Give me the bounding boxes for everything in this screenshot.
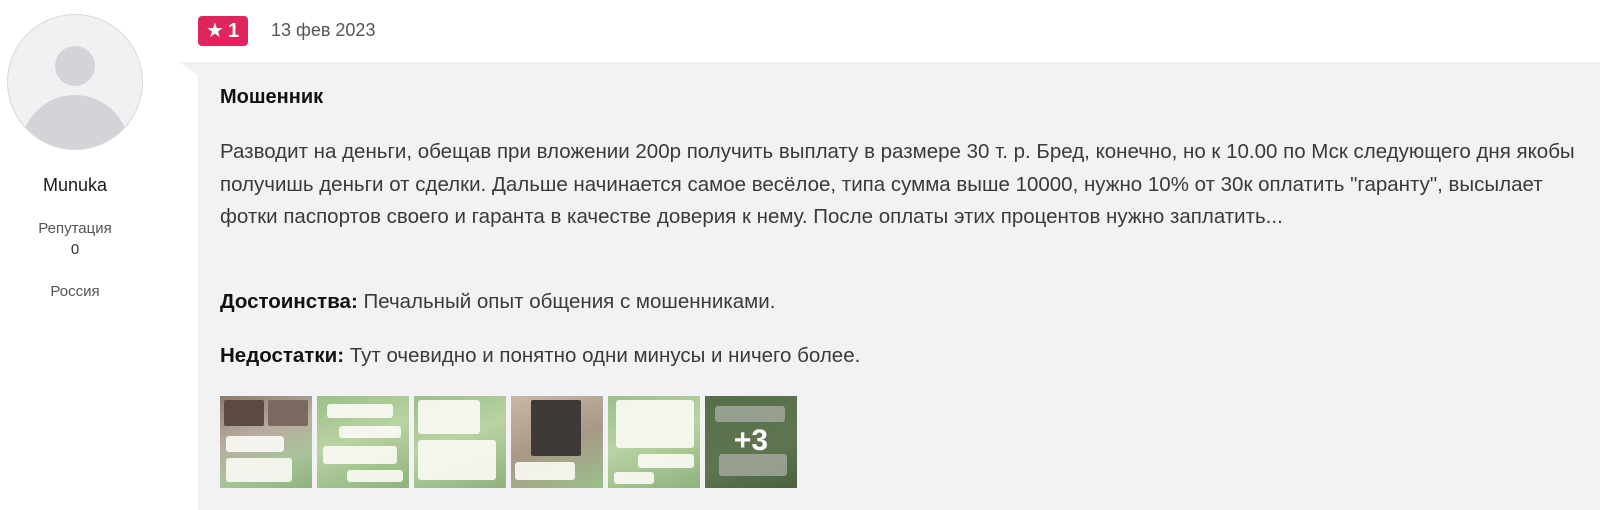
chat-bubble [327,404,393,418]
chat-bubble [515,462,575,480]
pros-section: Достоинства: Печальный опыт общения с мо… [220,290,775,314]
cons-label: Недостатки: [220,344,345,367]
star-icon: ★ [206,20,224,42]
author-name[interactable]: Munuka [0,175,150,196]
chat-bubble [226,458,292,482]
pros-text: Печальный опыт общения с мошенниками. [363,290,776,313]
cons-section: Недостатки: Тут очевидно и понятно одни … [220,344,860,368]
photo-thumbnail[interactable] [317,396,409,488]
photo-inset [531,400,581,456]
chat-bubble [347,470,403,482]
chat-bubble [339,426,401,438]
chat-bubble [226,436,284,452]
pros-label: Достоинства: [220,290,358,313]
chat-bubble [616,400,694,448]
chat-bubble [638,454,694,468]
rating-badge: ★ 1 [198,16,249,46]
cons-text: Тут очевидно и понятно одни минусы и нич… [349,344,861,367]
photo-inset [224,400,264,426]
author-country: Россия [50,283,100,300]
more-photos-count: +3 [733,424,769,457]
photo-gallery: +3 [220,396,797,488]
review-text: Разводит на деньги, обещав при вложении … [220,140,1575,229]
chat-bubble [418,440,496,480]
more-photos-thumbnail[interactable]: +3 [705,396,797,488]
review-date: 13 фев 2023 [271,20,376,40]
photo-thumbnail[interactable] [608,396,700,488]
avatar-body-shape [21,95,129,149]
photo-thumbnail[interactable] [220,396,312,488]
reputation-label: Репутация [38,220,112,237]
photo-thumbnail[interactable] [414,396,506,488]
photo-thumbnail[interactable] [511,396,603,488]
review-card: Munuka Репутация 0 Россия ★ 1 13 фев 202… [0,0,1600,510]
photo-inset [268,400,308,426]
reputation-value: 0 [70,241,80,258]
review-title[interactable]: Мошенник [220,86,323,109]
chat-bubble [323,446,397,464]
chat-bubble [418,400,480,434]
rating-value: 1 [227,19,240,42]
default-avatar-icon[interactable] [7,14,143,150]
bubble-notch [179,62,199,76]
chat-bubble [614,472,654,484]
avatar-head-shape [55,46,95,86]
